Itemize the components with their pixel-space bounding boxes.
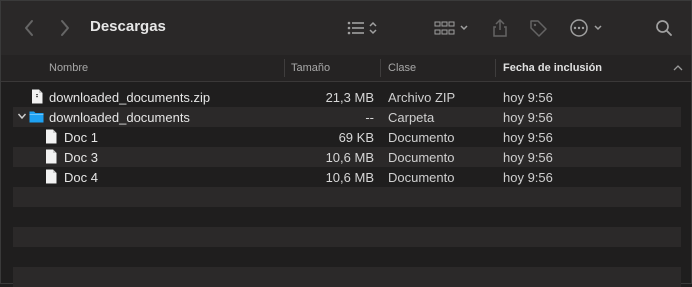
file-name: Doc 1 xyxy=(64,129,98,145)
empty-row xyxy=(13,187,681,207)
folder-icon xyxy=(29,111,44,123)
share-icon[interactable] xyxy=(489,15,511,41)
toolbar: Descargas xyxy=(1,1,691,56)
file-kind: Archivo ZIP xyxy=(388,89,456,105)
file-kind: Documento xyxy=(388,149,455,165)
file-name: downloaded_documents.zip xyxy=(49,89,211,105)
grid-view-icon[interactable] xyxy=(431,15,473,41)
document-icon xyxy=(46,129,57,144)
list-view-icon[interactable] xyxy=(341,15,381,41)
file-kind: Documento xyxy=(388,169,455,185)
file-name: downloaded_documents xyxy=(49,109,190,125)
list-item[interactable]: Doc 4 10,6 MB Documento hoy 9:56 xyxy=(13,167,681,187)
list-item[interactable]: downloaded_documents -- Carpeta hoy 9:56 xyxy=(13,107,681,127)
chevron-right-icon[interactable] xyxy=(53,17,77,39)
file-date: hoy 9:56 xyxy=(503,129,553,145)
finder-window: Descargas Nombre Tamaño Clase Fecha de i… xyxy=(0,0,692,287)
chevron-left-icon[interactable] xyxy=(17,17,41,39)
file-kind: Documento xyxy=(388,129,455,145)
tag-icon[interactable] xyxy=(525,15,551,41)
column-name[interactable]: Nombre xyxy=(49,55,88,81)
file-name: Doc 4 xyxy=(64,169,98,185)
file-date: hoy 9:56 xyxy=(503,89,553,105)
empty-row xyxy=(13,227,681,247)
document-icon xyxy=(46,169,57,184)
column-date-added[interactable]: Fecha de inclusión xyxy=(503,55,602,81)
column-size[interactable]: Tamaño xyxy=(291,55,330,81)
document-icon xyxy=(32,89,43,104)
document-icon xyxy=(46,149,57,164)
chevron-down-icon[interactable] xyxy=(17,111,27,121)
list-item[interactable]: Doc 3 10,6 MB Documento hoy 9:56 xyxy=(13,147,681,167)
column-divider[interactable] xyxy=(495,59,496,77)
column-divider[interactable] xyxy=(380,59,381,77)
file-size: -- xyxy=(365,109,374,125)
window-title: Descargas xyxy=(90,18,166,35)
file-date: hoy 9:56 xyxy=(503,149,553,165)
column-divider[interactable] xyxy=(284,59,285,77)
file-size: 10,6 MB xyxy=(325,149,374,165)
file-name: Doc 3 xyxy=(64,149,98,165)
list-item[interactable]: Doc 1 69 KB Documento hoy 9:56 xyxy=(13,127,681,147)
empty-row xyxy=(13,267,681,287)
column-kind[interactable]: Clase xyxy=(388,55,416,81)
sort-ascending-icon[interactable] xyxy=(673,55,683,81)
search-icon[interactable] xyxy=(651,15,677,41)
file-date: hoy 9:56 xyxy=(503,109,553,125)
file-kind: Carpeta xyxy=(388,109,435,125)
column-header: Nombre Tamaño Clase Fecha de inclusión xyxy=(1,55,691,82)
file-size: 10,6 MB xyxy=(325,169,374,185)
file-date: hoy 9:56 xyxy=(503,169,553,185)
file-size: 69 KB xyxy=(338,129,374,145)
list-item[interactable]: downloaded_documents.zip 21,3 MB Archivo… xyxy=(13,87,681,107)
ellipsis-circle-icon[interactable] xyxy=(567,15,609,41)
file-size: 21,3 MB xyxy=(325,89,374,105)
